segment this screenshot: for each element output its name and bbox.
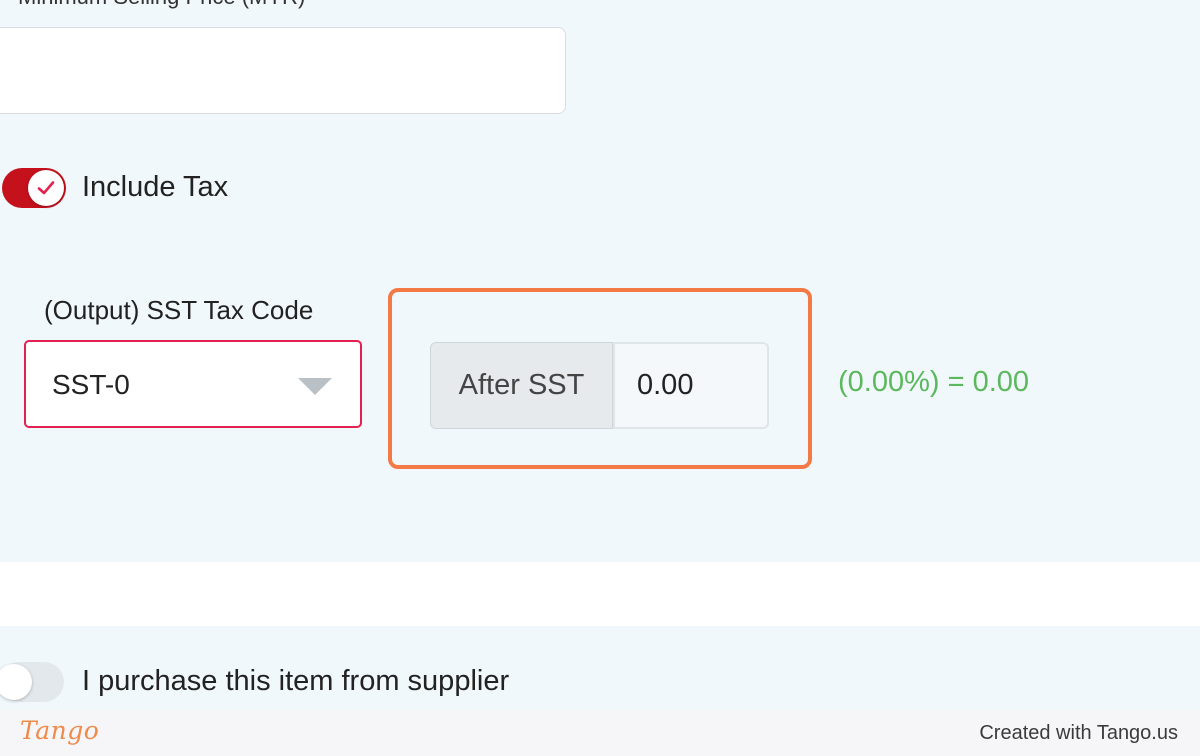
- footer-bar: Tango Created with Tango.us: [0, 710, 1200, 756]
- price-field-label: Minimum Selling Price (MYR): [18, 0, 305, 10]
- supplier-toggle[interactable]: [0, 662, 64, 702]
- minimum-price-input[interactable]: [0, 27, 566, 114]
- supplier-panel: I purchase this item from supplier: [0, 626, 1200, 710]
- supplier-label: I purchase this item from supplier: [82, 665, 510, 697]
- chevron-down-icon: [298, 378, 332, 395]
- include-tax-toggle[interactable]: [2, 168, 66, 208]
- tango-logo: Tango: [20, 716, 100, 745]
- tax-settings-panel: Minimum Selling Price (MYR) Include Tax …: [0, 0, 1200, 562]
- tax-code-value: SST-0: [52, 369, 130, 400]
- after-sst-addon: After SST: [430, 342, 613, 429]
- check-icon: [37, 180, 55, 196]
- section-divider: [0, 562, 1200, 626]
- tax-code-label: (Output) SST Tax Code: [44, 295, 314, 325]
- include-tax-label: Include Tax: [82, 171, 229, 203]
- footer-credit: Created with Tango.us: [979, 722, 1178, 744]
- toggle-knob: [0, 664, 32, 700]
- tax-result-text: (0.00%) = 0.00: [838, 366, 1030, 398]
- toggle-knob: [28, 170, 64, 206]
- after-sst-input[interactable]: [613, 342, 769, 429]
- tax-code-select[interactable]: SST-0: [24, 340, 362, 428]
